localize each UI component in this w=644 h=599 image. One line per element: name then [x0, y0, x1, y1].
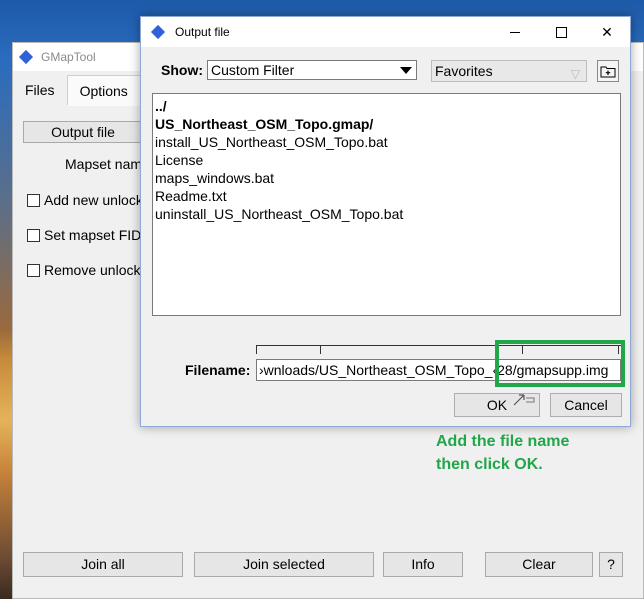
app-icon [18, 49, 34, 65]
ruler-tick [320, 346, 321, 354]
mapset-name-label: Mapset nam [65, 156, 143, 172]
clear-button[interactable]: Clear [485, 552, 593, 577]
main-window-title: GMapTool [41, 50, 96, 64]
set-mapset-fid-checkbox[interactable] [27, 228, 40, 242]
close-button[interactable]: ✕ [584, 17, 630, 47]
maximize-button[interactable] [538, 17, 584, 47]
add-new-unlock-checkbox[interactable] [27, 193, 40, 207]
file-item-license[interactable]: License [155, 151, 618, 169]
favorites-dropdown[interactable]: Favorites ▽ [431, 60, 587, 82]
dropdown-arrow-icon [398, 63, 414, 77]
filter-select[interactable]: Custom Filter [207, 60, 417, 80]
remove-unlock-label: Remove unlock [44, 262, 141, 278]
show-label: Show: [161, 62, 203, 78]
info-button[interactable]: Info [383, 552, 463, 577]
dialog-title: Output file [175, 25, 230, 39]
file-item-maps-windows-bat[interactable]: maps_windows.bat [155, 169, 618, 187]
new-folder-button[interactable] [597, 60, 619, 82]
new-folder-icon [600, 66, 616, 78]
file-item-install-bat[interactable]: install_US_Northeast_OSM_Topo.bat [155, 133, 618, 151]
output-file-button[interactable]: Output file [23, 121, 143, 143]
filename-highlight-box [495, 340, 625, 387]
instruction-note: Add the file name then click OK. [436, 433, 570, 473]
cancel-button[interactable]: Cancel [550, 393, 622, 417]
show-filter-row: Show: Custom Filter [161, 60, 417, 80]
add-new-unlock-row[interactable]: Add new unlock [27, 192, 143, 208]
remove-unlock-row[interactable]: Remove unlock [27, 262, 141, 278]
favorites-label: Favorites [435, 63, 493, 79]
filename-label: Filename: [185, 362, 251, 378]
close-icon: ✕ [601, 23, 613, 40]
set-mapset-fid-label: Set mapset FID [44, 227, 142, 243]
ruler-tick [256, 346, 257, 354]
join-selected-button[interactable]: Join selected [194, 552, 374, 577]
menu-files[interactable]: Files [13, 75, 68, 105]
join-all-button[interactable]: Join all [23, 552, 183, 577]
dialog-app-icon [150, 24, 166, 40]
menu-options[interactable]: Options [67, 75, 141, 106]
minimize-button[interactable] [492, 17, 538, 47]
file-item-parent[interactable]: ../ [155, 97, 618, 115]
add-new-unlock-label: Add new unlock [44, 192, 143, 208]
mouse-cursor-icon [513, 394, 535, 406]
file-item-gmap-folder[interactable]: US_Northeast_OSM_Topo.gmap/ [155, 115, 618, 133]
remove-unlock-checkbox[interactable] [27, 263, 40, 277]
minimize-icon [510, 31, 520, 33]
set-mapset-fid-row[interactable]: Set mapset FID [27, 227, 141, 243]
file-item-uninstall-bat[interactable]: uninstall_US_Northeast_OSM_Topo.bat [155, 205, 618, 223]
filter-select-value: Custom Filter [211, 62, 295, 78]
main-menubar: Files Options [13, 75, 141, 106]
help-button[interactable]: ? [599, 552, 623, 577]
file-item-readme[interactable]: Readme.txt [155, 187, 618, 205]
favorites-arrow-icon: ▽ [570, 67, 580, 81]
dialog-titlebar: Output file ✕ [141, 17, 630, 47]
maximize-icon [555, 26, 567, 38]
file-list[interactable]: ../ US_Northeast_OSM_Topo.gmap/ install_… [152, 93, 621, 316]
